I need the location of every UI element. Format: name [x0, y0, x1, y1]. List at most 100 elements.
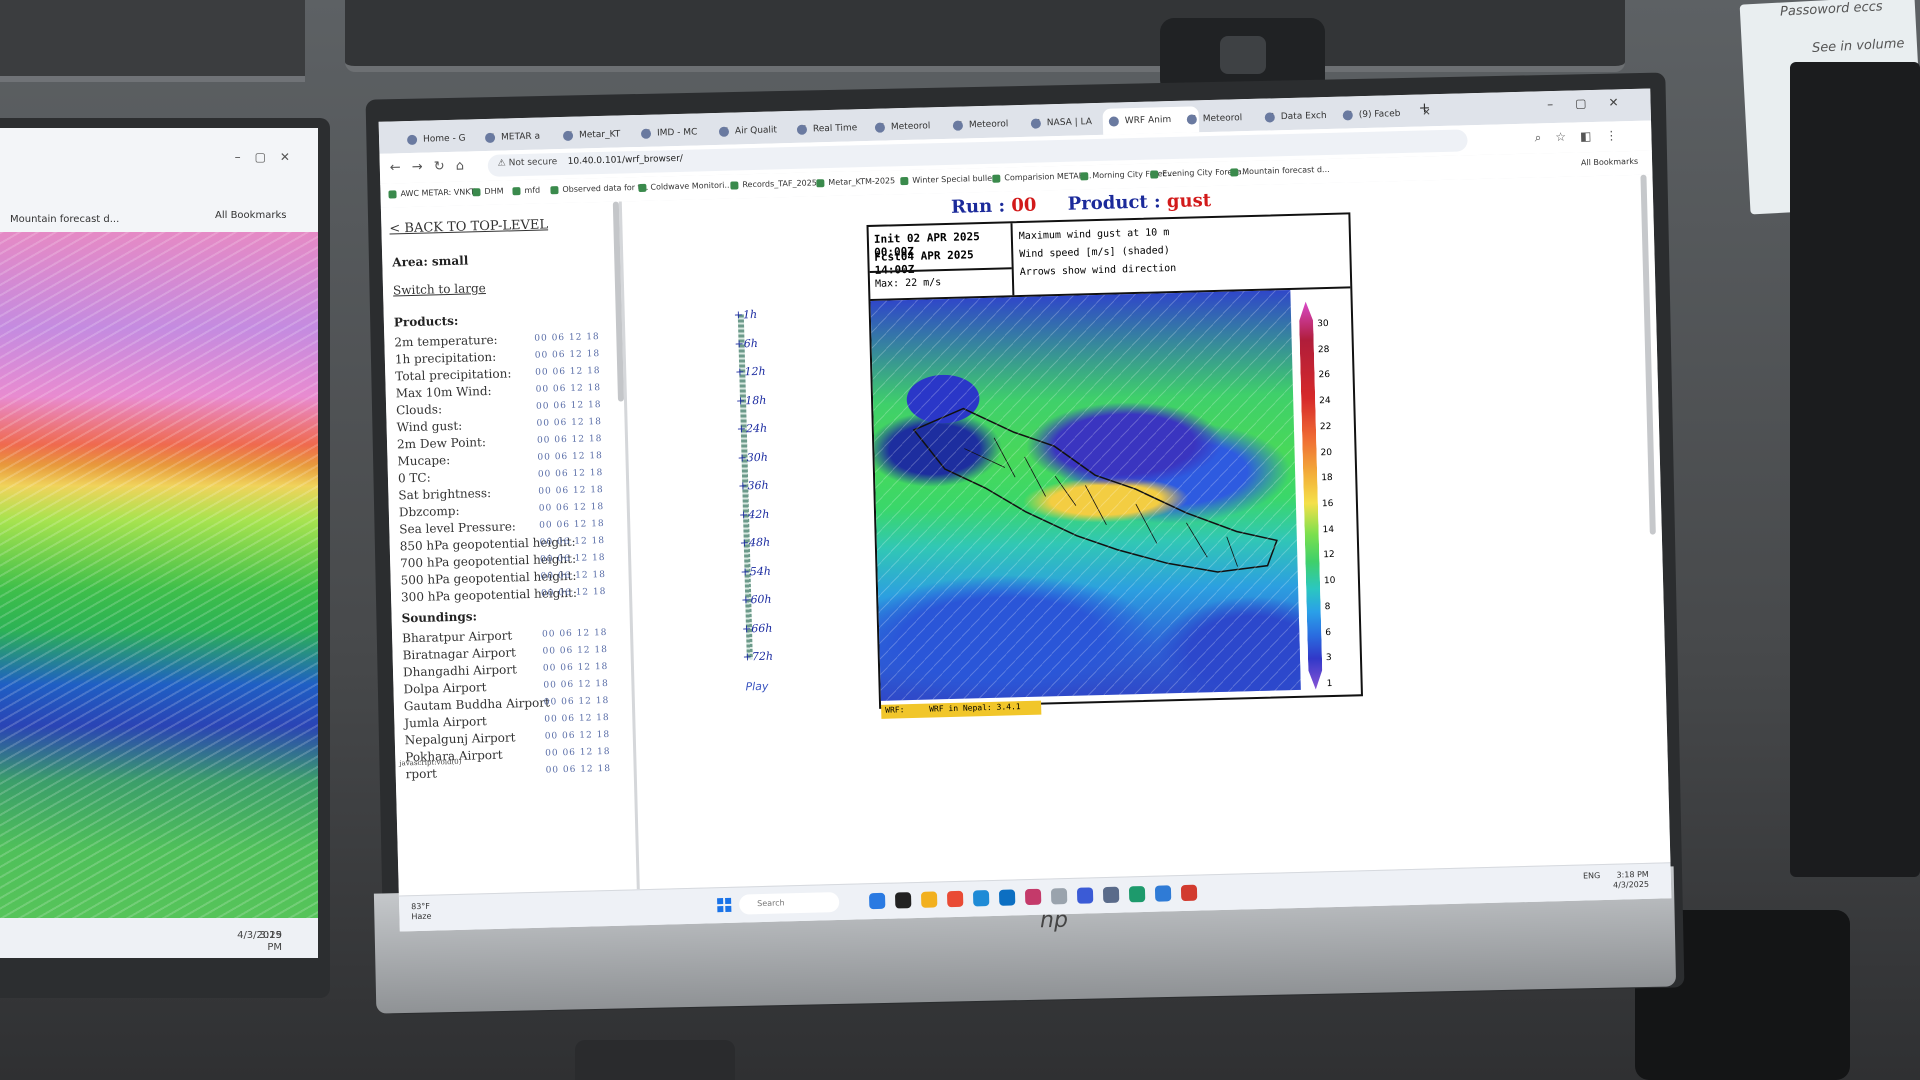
product-run-links[interactable]: 00 06 12 18 — [536, 417, 602, 429]
description-line-2: Wind speed [m/s] (shaded) — [1019, 245, 1170, 261]
product-run-links[interactable]: 00 06 12 18 — [539, 519, 605, 531]
color-scale-tick: 1 — [1326, 679, 1333, 690]
left-bookmark[interactable]: Mountain forecast d... — [10, 214, 119, 225]
product-run-links[interactable]: 00 06 12 18 — [540, 536, 606, 548]
url-text[interactable]: 10.40.0.101/wrf_browser/ — [568, 154, 683, 167]
bookmark-item[interactable]: Coldwave Monitori... — [638, 181, 732, 192]
sounding-run-links[interactable]: 00 06 12 18 — [542, 628, 608, 640]
taskbar-search[interactable]: Search — [738, 892, 840, 915]
forecast-step-link[interactable]: +54h — [740, 564, 771, 578]
forecast-step-link[interactable]: +30h — [737, 450, 768, 464]
left-all-bookmarks[interactable]: All Bookmarks — [215, 210, 286, 221]
menu-scrollbar[interactable] — [612, 201, 625, 402]
sounding-run-links[interactable]: 00 06 12 18 — [545, 747, 611, 759]
bookmark-item[interactable]: Winter Special bulle... — [900, 174, 1000, 186]
not-secure-indicator[interactable]: ⚠ Not secure — [498, 157, 558, 169]
windows-start-icon[interactable] — [717, 897, 732, 913]
switch-to-large-link[interactable]: Switch to large — [393, 281, 486, 297]
bookmark-item[interactable]: Metar_KTM-2025 — [816, 176, 895, 187]
main-monitor-screen: Home - G✕METAR a✕Metar_KT✕IMD - MC✕Air Q… — [378, 88, 1672, 932]
product-run-links[interactable]: 00 06 12 18 — [539, 502, 605, 514]
forward-arrow-icon[interactable]: → — [412, 160, 423, 175]
left-window-controls[interactable]: –▢✕ — [235, 150, 304, 164]
sounding-run-links[interactable]: 00 06 12 18 — [543, 662, 609, 674]
terminal-icon[interactable] — [894, 892, 912, 909]
edge-icon[interactable] — [868, 892, 886, 910]
weather-widget[interactable]: 83°F Haze — [411, 902, 432, 923]
window-controls[interactable]: –▢✕ — [1547, 95, 1641, 111]
play-link[interactable]: Play — [745, 680, 768, 694]
product-run-links[interactable]: 00 06 12 18 — [536, 400, 602, 412]
color-scale-tick: 20 — [1320, 447, 1333, 458]
mail-icon[interactable] — [998, 889, 1016, 906]
sounding-run-links[interactable]: 00 06 12 18 — [544, 713, 610, 725]
reload-icon[interactable]: ↻ — [434, 159, 445, 174]
snipping-icon[interactable] — [1102, 886, 1120, 904]
sounding-run-links[interactable]: 00 06 12 18 — [544, 696, 610, 708]
description-line-3: Arrows show wind direction — [1019, 262, 1177, 279]
product-run-links[interactable]: 00 06 12 18 — [540, 570, 606, 582]
new-tab-icon[interactable]: + — [1418, 100, 1430, 116]
tab-label: WRF Anim — [1124, 115, 1172, 127]
bookmark-item[interactable]: Observed data for t... — [550, 183, 648, 195]
teams-icon[interactable] — [1076, 887, 1094, 904]
chrome-profile-icon[interactable] — [1024, 888, 1042, 906]
forecast-step-link[interactable]: +66h — [742, 621, 773, 635]
forecast-step-link[interactable]: +18h — [736, 393, 767, 407]
product-run-links[interactable]: 00 06 12 18 — [535, 366, 601, 378]
max-value: Max: 22 m/s — [874, 277, 942, 290]
top-monitor — [345, 0, 1625, 72]
forecast-step-link[interactable]: +72h — [743, 650, 774, 664]
forecast-step-link[interactable]: +12h — [735, 365, 766, 379]
tab-label: METAR a — [500, 131, 541, 143]
bookmark-item[interactable]: DHM — [472, 187, 503, 197]
sounding-run-links[interactable]: 00 06 12 18 — [545, 730, 611, 742]
all-bookmarks[interactable]: All Bookmarks — [1581, 157, 1638, 167]
product-run-links[interactable]: 00 06 12 18 — [534, 332, 600, 344]
bookmark-item[interactable]: mfd — [512, 186, 540, 196]
toolbar-icons[interactable]: ⌕☆◧⋮ — [1534, 128, 1631, 146]
product-run-links[interactable]: 00 06 12 18 — [537, 434, 603, 446]
product-run-links[interactable]: 00 06 12 18 — [538, 468, 604, 480]
bookmark-item[interactable]: AWC METAR: VNKT — [388, 187, 475, 198]
bookmark-item[interactable]: Mountain forecast d... — [1230, 165, 1330, 177]
forecast-step-link[interactable]: +6h — [734, 336, 758, 350]
bookmark-item[interactable]: Comparision METAR... — [992, 171, 1091, 183]
sounding-run-links[interactable]: 00 06 12 18 — [546, 764, 612, 776]
page-scrollbar[interactable] — [1640, 174, 1656, 535]
wrf-version: WRF in Nepal: 3.4.1 — [929, 702, 1021, 714]
product-run-links[interactable]: 00 06 12 18 — [538, 485, 604, 497]
tab-favicon-icon — [796, 124, 808, 135]
forecast-step-link[interactable]: +60h — [741, 593, 772, 607]
forecast-step-link[interactable]: +24h — [737, 422, 768, 436]
chrome-icon[interactable] — [946, 890, 964, 908]
color-scale-tick: 10 — [1323, 576, 1336, 587]
chrome-red-icon[interactable] — [1180, 884, 1198, 902]
outlook-icon[interactable] — [1154, 885, 1172, 902]
back-arrow-icon[interactable]: ← — [390, 160, 401, 175]
back-to-top-level-link[interactable]: < BACK TO TOP-LEVEL — [389, 217, 548, 236]
left-taskbar: 3:19 PM 4/3/2025 — [0, 918, 318, 958]
forecast-step-link[interactable]: +42h — [739, 507, 770, 521]
edge-dev-icon[interactable] — [972, 890, 990, 907]
bookmark-item[interactable]: Records_TAF_2025 — [730, 178, 817, 189]
whatsapp-icon[interactable] — [1128, 885, 1146, 903]
sounding-run-links[interactable]: 00 06 12 18 — [543, 679, 609, 691]
language-indicator[interactable]: ENG — [1583, 871, 1600, 880]
clock[interactable]: 3:18 PM 4/3/2025 — [1613, 870, 1649, 891]
home-icon[interactable]: ⌂ — [456, 159, 465, 174]
notepad-icon[interactable] — [1050, 888, 1068, 905]
forecast-step-link[interactable]: +48h — [740, 536, 771, 550]
product-run-links[interactable]: 00 06 12 18 — [535, 349, 601, 361]
file-explorer-icon[interactable] — [920, 891, 938, 908]
webcam-lens — [1220, 36, 1266, 74]
forecast-step-link[interactable]: +36h — [738, 479, 769, 493]
product-run-links[interactable]: 00 06 12 18 — [541, 587, 607, 599]
product-run-links[interactable]: 00 06 12 18 — [540, 553, 606, 565]
sounding-label: Dolpa Airport — [403, 680, 487, 697]
product-run-links[interactable]: 00 06 12 18 — [536, 383, 602, 395]
tab-label: Meteorol — [968, 119, 1009, 131]
sounding-run-links[interactable]: 00 06 12 18 — [542, 645, 608, 657]
forecast-step-link[interactable]: +1h — [734, 308, 758, 322]
product-run-links[interactable]: 00 06 12 18 — [537, 451, 603, 463]
